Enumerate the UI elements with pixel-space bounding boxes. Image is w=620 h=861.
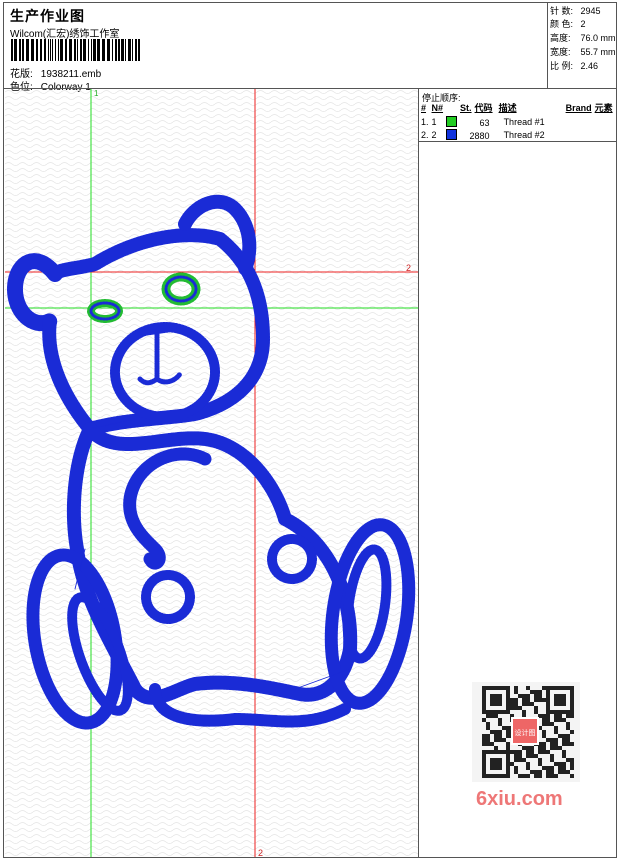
col-brand: Brand	[565, 102, 592, 113]
stat-value: 55.7 mm	[580, 47, 616, 57]
row-needle: 1	[431, 117, 437, 127]
watermark-text: 6xiu.com	[476, 788, 563, 810]
stat-value: 2945	[580, 6, 601, 16]
stat-width: 宽度: 55.7 mm	[550, 45, 616, 58]
stat-value: 2.46	[580, 61, 599, 71]
row-description: Thread #2	[503, 130, 545, 140]
stat-height: 高度: 76.0 mm	[550, 31, 616, 44]
row-stitches-cell: 63	[446, 115, 496, 128]
company-name: Wilcom(汇宏)绣饰工作室	[10, 29, 120, 40]
red-h-guide-label: 2	[406, 263, 411, 273]
red-v-guide-label: 2	[258, 848, 263, 857]
row-description: Thread #1	[503, 117, 545, 127]
stat-value: 76.0 mm	[580, 33, 616, 43]
col-stitches: St.	[460, 102, 472, 113]
table-row[interactable]: 2. 2 2880 Thread #2	[421, 128, 616, 141]
col-element: 元素	[594, 103, 613, 113]
stat-stitches: 针 数: 2945	[550, 4, 601, 17]
svg-text:设计图: 设计图	[515, 728, 536, 737]
design-canvas[interactable]: 1 2 2	[5, 89, 419, 857]
row-stitches: 63	[479, 118, 490, 128]
stat-colors: 颜 色: 2	[550, 17, 586, 30]
page-title: 生产作业图	[10, 8, 85, 24]
thread-color-swatch	[446, 116, 458, 127]
stat-label: 针 数:	[550, 6, 574, 16]
stat-value: 2	[580, 19, 586, 29]
stat-label: 宽度:	[550, 47, 571, 57]
stat-label: 高度:	[550, 33, 571, 43]
green-guide-label: 1	[94, 89, 99, 98]
header-info: 生产作业图 Wilcom(汇宏)绣饰工作室 花版: 1938211.emb 色位…	[4, 3, 547, 93]
row-stitches-cell: 2880	[446, 128, 496, 141]
col-code: 代码	[474, 103, 493, 113]
col-description: 描述	[498, 103, 517, 113]
row-index: 1.	[421, 117, 429, 127]
barcode-image	[11, 39, 140, 61]
thread-table: # N# St. 代码 描述 Brand 元素 1. 1 63 Thread #…	[421, 101, 616, 142]
thread-color-swatch	[446, 129, 458, 140]
row-index: 2.	[421, 130, 429, 140]
embroidery-preview: 1 2 2	[5, 89, 418, 857]
stat-scale: 比 例: 2.46	[550, 59, 598, 72]
table-row[interactable]: 1. 1 63 Thread #1	[421, 115, 616, 128]
col-index: #	[421, 102, 427, 113]
col-needle: N#	[431, 102, 444, 113]
stat-label: 颜 色:	[550, 19, 574, 29]
row-needle: 2	[431, 130, 437, 140]
thread-table-header: # N# St. 代码 描述 Brand 元素	[421, 101, 616, 115]
panel-divider	[419, 141, 616, 142]
stat-label: 比 例:	[550, 61, 574, 71]
qr-code-image: 设计图	[472, 682, 580, 782]
stats-panel: 针 数: 2945 颜 色: 2 高度: 76.0 mm 宽度: 55.7 mm…	[547, 3, 617, 88]
row-stitches: 2880	[469, 131, 490, 141]
